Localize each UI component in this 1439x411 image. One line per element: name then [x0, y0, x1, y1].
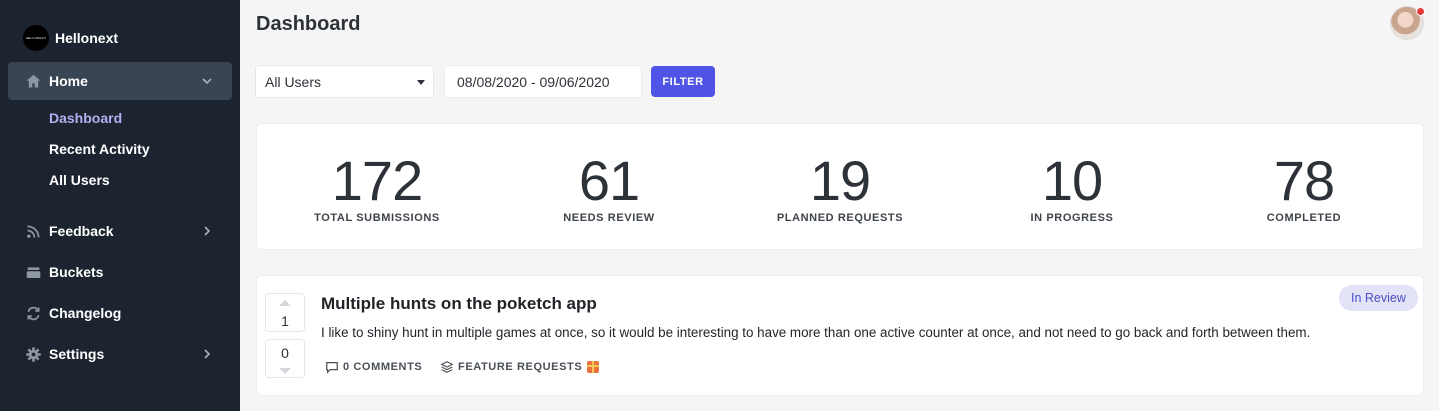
- bucket-name: FEATURE REQUESTS: [458, 361, 583, 373]
- stat-label: COMPLETED: [1266, 212, 1342, 224]
- gift-icon: [587, 361, 600, 373]
- stat-label: IN PROGRESS: [1030, 212, 1114, 224]
- brand-name: Hellonext: [55, 30, 119, 46]
- sidebar-subitem-dashboard[interactable]: Dashboard: [49, 110, 122, 126]
- gear-icon: [24, 345, 42, 363]
- sidebar-item-label: Settings: [49, 346, 105, 362]
- chevron-right-icon[interactable]: [200, 224, 214, 238]
- notification-dot: [1416, 7, 1425, 16]
- comments-link[interactable]: 0 COMMENTS: [325, 360, 422, 374]
- bucket-link[interactable]: FEATURE REQUESTS: [440, 360, 600, 374]
- stat-value: 19: [809, 149, 871, 212]
- arrow-down-icon: [279, 368, 291, 374]
- status-badge[interactable]: In Review: [1339, 285, 1418, 311]
- sidebar-item-label: Feedback: [49, 223, 114, 239]
- stat-value: 61: [578, 149, 640, 212]
- sidebar-item-label: Changelog: [49, 305, 122, 321]
- sidebar-item-buckets[interactable]: Buckets: [8, 253, 232, 291]
- rss-icon: [24, 222, 42, 240]
- sidebar-item-home[interactable]: Home: [8, 62, 232, 100]
- stats-card: 172 TOTAL SUBMISSIONS 61 NEEDS REVIEW 19…: [256, 123, 1424, 250]
- brand[interactable]: HELLONEXT Hellonext: [23, 25, 118, 51]
- sidebar-item-feedback[interactable]: Feedback: [8, 212, 232, 250]
- brand-logo: HELLONEXT: [23, 25, 49, 51]
- arrow-up-icon: [279, 300, 291, 306]
- home-icon: [24, 72, 42, 90]
- user-filter-select[interactable]: All Users: [255, 65, 434, 98]
- stat-value: 172: [331, 149, 423, 212]
- user-filter-value: All Users: [265, 73, 322, 90]
- sidebar-item-label: Buckets: [49, 264, 104, 280]
- layers-icon: [440, 361, 454, 373]
- comment-icon: [326, 362, 338, 374]
- sidebar-item-label: Home: [49, 73, 88, 89]
- downvote-count: 0: [281, 345, 289, 361]
- sidebar-item-settings[interactable]: Settings: [8, 335, 232, 373]
- stat-label: PLANNED REQUESTS: [776, 212, 904, 224]
- buckets-icon: [24, 263, 42, 281]
- sidebar-subitem-recent-activity[interactable]: Recent Activity: [49, 141, 150, 157]
- chevron-right-icon[interactable]: [200, 347, 214, 361]
- upvote-count: 1: [281, 313, 289, 329]
- filter-button[interactable]: FILTER: [651, 66, 715, 97]
- changelog-icon: [24, 304, 42, 322]
- sidebar-item-changelog[interactable]: Changelog: [8, 294, 232, 332]
- downvote-button[interactable]: 0: [265, 339, 305, 378]
- sidebar: HELLONEXT Hellonext Home Dashboard Recen…: [0, 0, 240, 411]
- comments-count: 0 COMMENTS: [343, 361, 423, 373]
- date-range-input[interactable]: 08/08/2020 - 09/06/2020: [444, 65, 642, 98]
- upvote-button[interactable]: 1: [265, 293, 305, 332]
- chevron-down-icon[interactable]: [200, 74, 214, 88]
- stat-label: NEEDS REVIEW: [563, 212, 655, 224]
- caret-down-icon: [417, 80, 425, 85]
- stat-label: TOTAL SUBMISSIONS: [314, 212, 440, 224]
- sidebar-subitem-all-users[interactable]: All Users: [49, 172, 110, 188]
- post-card[interactable]: 1 0 Multiple hunts on the poketch app I …: [256, 275, 1424, 396]
- post-body: I like to shiny hunt in multiple games a…: [321, 325, 1311, 340]
- post-title[interactable]: Multiple hunts on the poketch app: [321, 294, 597, 314]
- stat-value: 10: [1041, 149, 1103, 212]
- page-title: Dashboard: [256, 13, 361, 35]
- stat-value: 78: [1273, 149, 1335, 212]
